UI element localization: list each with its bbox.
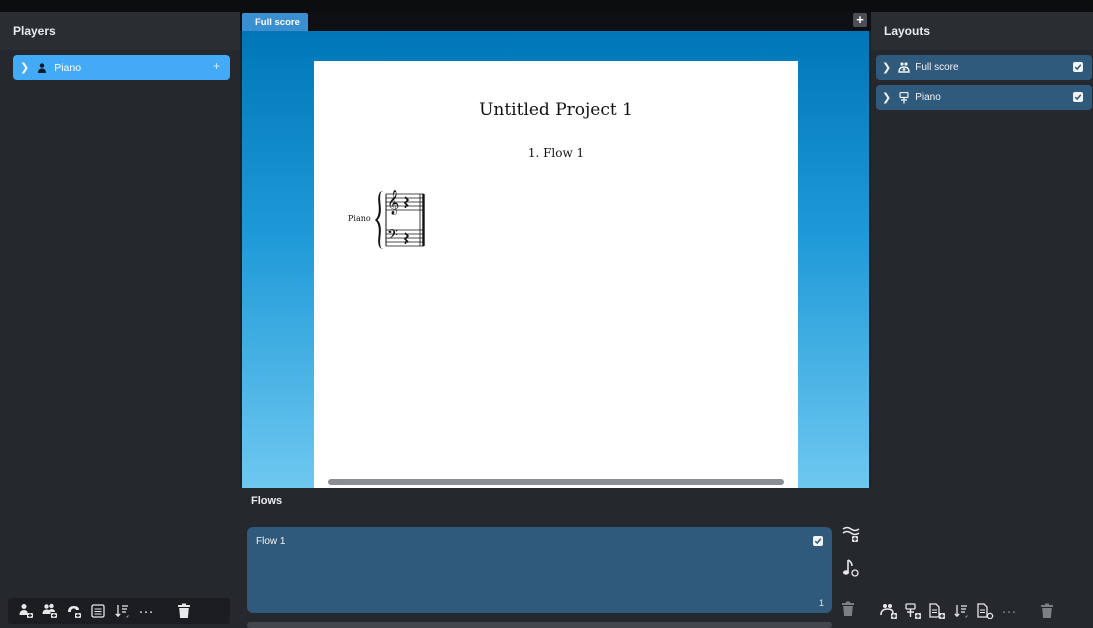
flow-number: 1 [818, 598, 824, 608]
svg-text:𝄞: 𝄞 [387, 190, 399, 215]
score-title: Untitled Project 1 [479, 100, 633, 120]
flows-scrollbar[interactable] [247, 622, 832, 628]
add-instrument-button[interactable]: + [213, 59, 220, 73]
add-music-icon[interactable] [842, 558, 860, 583]
add-ensemble-icon[interactable] [38, 600, 62, 622]
add-full-score-layout-icon[interactable] [877, 600, 901, 622]
tab-bar: Full score + [240, 12, 871, 31]
layout-checkbox[interactable] [1073, 92, 1083, 102]
solo-player-icon [37, 62, 47, 73]
score-area: Full score + Untitled Project 1 1. Flow … [240, 12, 871, 628]
flows-panel-title: Flows [251, 495, 283, 507]
flow-name: Flow 1 [256, 536, 286, 547]
more-icon[interactable]: ··· [134, 600, 158, 622]
part-icon [898, 91, 910, 104]
delete-icon[interactable] [172, 600, 196, 622]
sort-icon[interactable] [949, 600, 973, 622]
chevron-right-icon[interactable]: ❯ [20, 61, 29, 74]
player-row-piano[interactable]: ❯ Piano + [13, 55, 230, 80]
piano-grand-staff[interactable]: 𝄞 𝄢 [374, 188, 434, 252]
flows-side-toolbar [838, 525, 864, 583]
sort-icon[interactable] [110, 600, 134, 622]
delete-flow-icon[interactable] [841, 601, 855, 622]
flows-panel: Flows Flow 1 1 [240, 488, 871, 628]
players-toolbar: ··· [8, 598, 230, 624]
layout-options-icon[interactable] [973, 600, 997, 622]
more-icon[interactable]: ··· [997, 600, 1021, 622]
layout-name: Full score [915, 62, 959, 73]
list-icon[interactable] [86, 600, 110, 622]
players-panel: Players ❯ Piano + ··· [0, 12, 240, 628]
add-custom-layout-icon[interactable] [925, 600, 949, 622]
delete-icon[interactable] [1035, 600, 1059, 622]
horizontal-scrollbar[interactable] [328, 479, 784, 485]
layouts-panel: Layouts ❯ Full score ❯ Piano ··· [871, 12, 1093, 628]
flow-heading: 1. Flow 1 [527, 146, 585, 160]
instrument-label: Piano [348, 214, 371, 223]
layout-name: Piano [915, 92, 941, 103]
layout-checkbox[interactable] [1073, 62, 1083, 72]
player-name: Piano [54, 61, 82, 74]
layouts-toolbar: ··· [875, 598, 1089, 624]
add-tab-button[interactable]: + [853, 13, 867, 27]
full-score-icon [898, 62, 910, 73]
score-page[interactable]: Untitled Project 1 1. Flow 1 Piano 𝄞 𝄢 [314, 61, 798, 488]
flow-card[interactable]: Flow 1 1 [247, 527, 832, 613]
flow-checkbox[interactable] [813, 536, 823, 546]
layout-row-full-score[interactable]: ❯ Full score [876, 55, 1092, 80]
add-part-layout-icon[interactable] [901, 600, 925, 622]
add-solo-player-icon[interactable] [14, 600, 38, 622]
score-canvas[interactable]: Untitled Project 1 1. Flow 1 Piano 𝄞 𝄢 [242, 31, 869, 488]
tab-full-score[interactable]: Full score [242, 13, 308, 31]
layouts-panel-title: Layouts [871, 12, 1093, 50]
top-strip [0, 0, 1093, 12]
chevron-right-icon[interactable]: ❯ [882, 61, 891, 74]
svg-text:𝄢: 𝄢 [387, 227, 398, 247]
add-flow-icon[interactable] [842, 525, 860, 548]
add-instrument-icon[interactable] [62, 600, 86, 622]
players-panel-title: Players [0, 12, 240, 50]
layout-row-piano[interactable]: ❯ Piano [876, 85, 1092, 110]
chevron-right-icon[interactable]: ❯ [882, 91, 891, 104]
